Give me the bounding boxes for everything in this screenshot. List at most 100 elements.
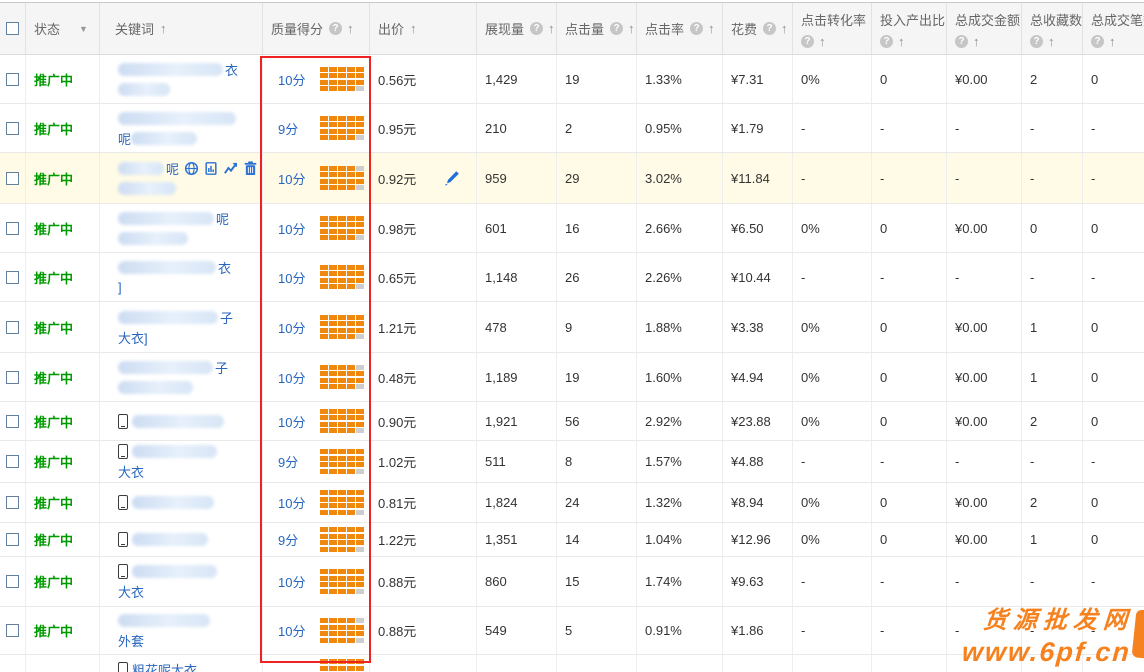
quality-cell [356, 625, 364, 630]
cell-roi: 0 [872, 483, 947, 522]
cell-deals: 0 [1083, 302, 1144, 352]
row-checkbox[interactable] [6, 122, 19, 135]
row-checkbox[interactable] [6, 371, 19, 384]
cell-ctr: 1.33% [637, 55, 723, 103]
table-row: 推广中子大衣]10分1.21元47891.88%¥3.380%0¥0.0010 [0, 302, 1144, 353]
row-checkbox[interactable] [6, 496, 19, 509]
trend-icon[interactable] [223, 161, 239, 175]
keyword-text: 大衣 [118, 462, 144, 481]
sort-up-icon[interactable]: ↑ [160, 22, 167, 35]
sort-up-icon[interactable]: ↑ [898, 35, 905, 48]
quality-cell [320, 422, 328, 427]
column-header-impressions: 展现量?↑ [477, 3, 557, 55]
cell-deals: - [1083, 104, 1144, 152]
conversion-rate-value: - [801, 623, 805, 638]
help-icon[interactable]: ? [880, 35, 893, 48]
sort-up-icon[interactable]: ↑ [548, 22, 555, 35]
sort-up-icon[interactable]: ↑ [410, 22, 417, 35]
quality-cell [320, 328, 328, 333]
row-checkbox[interactable] [6, 415, 19, 428]
quality-cell [320, 638, 328, 643]
quality-cell [329, 618, 337, 623]
status-label: 推广中 [34, 219, 73, 238]
quality-cell [338, 666, 346, 671]
help-icon[interactable]: ? [955, 35, 968, 48]
help-icon[interactable]: ? [329, 22, 342, 35]
help-icon[interactable]: ? [610, 22, 623, 35]
row-checkbox[interactable] [6, 624, 19, 637]
mobile-phone-icon [118, 564, 128, 579]
turnover-value: - [955, 574, 959, 589]
quality-cell [356, 284, 364, 289]
quality-cell [320, 365, 328, 370]
quality-score-icon [320, 659, 364, 672]
row-checkbox[interactable] [6, 172, 19, 185]
cell-clicks: 14 [557, 523, 637, 556]
cell-conv_rate: - [793, 557, 872, 606]
sort-up-icon[interactable]: ↑ [347, 22, 354, 35]
quality-cell [347, 334, 355, 339]
bid-value: 0.90元 [378, 412, 416, 431]
quality-cell [356, 229, 364, 234]
ctr-value: 2.26% [645, 270, 682, 285]
help-icon[interactable]: ? [763, 22, 776, 35]
deals-value: 0 [1091, 221, 1098, 236]
row-checkbox[interactable] [6, 222, 19, 235]
select-all-checkbox[interactable] [6, 22, 19, 35]
cell-roi: 0 [872, 55, 947, 103]
row-checkbox[interactable] [6, 271, 19, 284]
row-checkbox[interactable] [6, 321, 19, 334]
report-icon[interactable] [204, 161, 218, 176]
help-icon[interactable]: ? [690, 22, 703, 35]
header-icons-line: ?↑ [955, 32, 980, 48]
column-label: 总成交笔数 [1091, 13, 1144, 28]
sort-up-icon[interactable]: ↑ [781, 22, 788, 35]
table-header: 状态▼关键词↑质量得分?↑出价↑展现量?↑点击量?↑点击率?↑花费?↑点击转化率… [0, 3, 1144, 55]
quality-score-value: 10分 [278, 621, 310, 640]
quality-cell [320, 490, 328, 495]
header-label-line: 总成交笔数 [1091, 10, 1144, 29]
deals-value: - [1091, 454, 1095, 469]
help-icon[interactable]: ? [530, 22, 543, 35]
cell-bid: 0.98元 [370, 204, 477, 252]
quality-cell [338, 334, 346, 339]
sort-up-icon[interactable]: ↑ [708, 22, 715, 35]
help-icon[interactable]: ? [1030, 35, 1043, 48]
quality-cell [356, 589, 364, 594]
quality-cell [320, 265, 328, 270]
help-icon[interactable]: ? [801, 35, 814, 48]
help-icon[interactable]: ? [1091, 35, 1104, 48]
sort-up-icon[interactable]: ↑ [628, 22, 635, 35]
filter-arrow-icon[interactable]: ▼ [79, 24, 88, 34]
quality-cell [338, 631, 346, 636]
cell-favorites: - [1022, 441, 1083, 482]
row-checkbox[interactable] [6, 575, 19, 588]
quality-cell [320, 618, 328, 623]
quality-cell [320, 569, 328, 574]
trash-icon[interactable] [244, 161, 257, 176]
cell-deals: - [1083, 441, 1144, 482]
keyword-line [118, 530, 210, 550]
quality-cell [356, 576, 364, 581]
cost-value: ¥8.94 [731, 495, 764, 510]
target-icon[interactable] [184, 161, 199, 176]
quality-cell [329, 179, 337, 184]
cell-cost: ¥23.88 [723, 402, 793, 440]
cell-deals: 0 [1083, 483, 1144, 522]
cell-roi: 0 [872, 402, 947, 440]
edit-bid-icon[interactable] [444, 170, 460, 186]
row-checkbox[interactable] [6, 533, 19, 546]
ctr-value: 1.04% [645, 532, 682, 547]
cell-bid: 0.95元 [370, 104, 477, 152]
quality-cell [356, 166, 364, 171]
quality-cell [338, 582, 346, 587]
row-checkbox[interactable] [6, 455, 19, 468]
sort-up-icon[interactable]: ↑ [1048, 35, 1055, 48]
clicks-value: 15 [565, 574, 579, 589]
row-checkbox[interactable] [6, 73, 19, 86]
sort-up-icon[interactable]: ↑ [973, 35, 980, 48]
turnover-value: - [955, 171, 959, 186]
sort-up-icon[interactable]: ↑ [1109, 35, 1116, 48]
cell-quality-score: 10分 [263, 253, 370, 301]
sort-up-icon[interactable]: ↑ [819, 35, 826, 48]
